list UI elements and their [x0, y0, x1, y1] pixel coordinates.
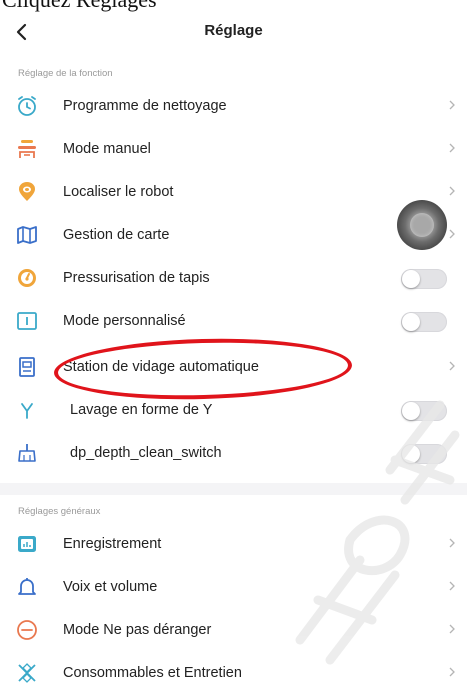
chevron-right-icon — [449, 229, 455, 239]
toggle-knob — [402, 445, 420, 463]
toggle-knob — [402, 402, 420, 420]
assistive-touch-inner — [410, 213, 434, 237]
manual-joystick-icon — [15, 137, 39, 161]
chevron-right-icon — [449, 100, 455, 110]
broom-icon — [15, 441, 39, 465]
section-divider — [0, 483, 467, 495]
y-path-icon — [15, 398, 39, 422]
do-not-disturb-icon — [15, 618, 39, 642]
setting-label: Consommables et Entretien — [63, 665, 242, 681]
chevron-right-icon — [449, 624, 455, 634]
carpet-boost-toggle[interactable] — [401, 269, 447, 289]
consumables-icon — [15, 661, 39, 685]
setting-row-depth-clean: dp_depth_clean_switch — [0, 432, 467, 475]
setting-label: Mode manuel — [63, 141, 151, 157]
dock-station-icon — [15, 355, 39, 379]
bell-icon — [15, 575, 39, 599]
chevron-right-icon — [449, 143, 455, 153]
setting-label: Voix et volume — [63, 579, 158, 595]
map-icon — [15, 223, 39, 247]
chevron-right-icon — [449, 538, 455, 548]
setting-label: Station de vidage automatique — [63, 359, 259, 375]
section-label-function: Réglage de la fonction — [18, 68, 113, 79]
setting-row-locate-robot[interactable]: Localiser le robot — [0, 171, 467, 214]
setting-label: Enregistrement — [63, 536, 162, 552]
record-chart-icon — [15, 532, 39, 556]
gauge-icon — [15, 266, 39, 290]
y-mopping-toggle[interactable] — [401, 401, 447, 421]
setting-label: Programme de nettoyage — [63, 98, 227, 114]
setting-label: Mode Ne pas déranger — [63, 622, 212, 638]
setting-row-do-not-disturb[interactable]: Mode Ne pas déranger — [0, 609, 467, 652]
setting-label: Pressurisation de tapis — [63, 270, 210, 286]
chevron-right-icon — [449, 581, 455, 591]
chevron-right-icon — [449, 667, 455, 677]
setting-label: Gestion de carte — [63, 227, 170, 243]
chevron-right-icon — [449, 186, 455, 196]
setting-row-records[interactable]: Enregistrement — [0, 523, 467, 566]
setting-label: dp_depth_clean_switch — [70, 445, 222, 461]
location-pin-icon — [15, 180, 39, 204]
chevron-right-icon — [449, 361, 455, 371]
section-label-general: Réglages généraux — [18, 506, 101, 517]
setting-row-manual-mode[interactable]: Mode manuel — [0, 128, 467, 171]
custom-mode-icon — [15, 309, 39, 333]
depth-clean-toggle[interactable] — [401, 444, 447, 464]
page-title: Réglage — [204, 22, 263, 39]
setting-row-auto-empty-station[interactable]: Station de vidage automatique — [0, 346, 467, 389]
alarm-clock-icon — [15, 94, 39, 118]
setting-label: Lavage en forme de Y — [70, 402, 213, 418]
setting-row-y-mopping: Lavage en forme de Y — [0, 389, 467, 432]
assistive-touch-button[interactable] — [397, 200, 447, 250]
setting-row-cleaning-schedule[interactable]: Programme de nettoyage — [0, 85, 467, 128]
caption-strip: Cliquez Reglages — [0, 0, 467, 14]
header-bar: Réglage — [0, 14, 467, 52]
setting-row-voice-volume[interactable]: Voix et volume — [0, 566, 467, 609]
caption-text: Cliquez Reglages — [2, 0, 157, 13]
setting-row-custom-mode: Mode personnalisé — [0, 300, 467, 343]
setting-row-consumables[interactable]: Consommables et Entretien — [0, 652, 467, 691]
custom-mode-toggle[interactable] — [401, 312, 447, 332]
setting-label: Localiser le robot — [63, 184, 174, 200]
setting-row-carpet-boost: Pressurisation de tapis — [0, 257, 467, 300]
toggle-knob — [402, 270, 420, 288]
toggle-knob — [402, 313, 420, 331]
setting-label: Mode personnalisé — [63, 313, 186, 329]
